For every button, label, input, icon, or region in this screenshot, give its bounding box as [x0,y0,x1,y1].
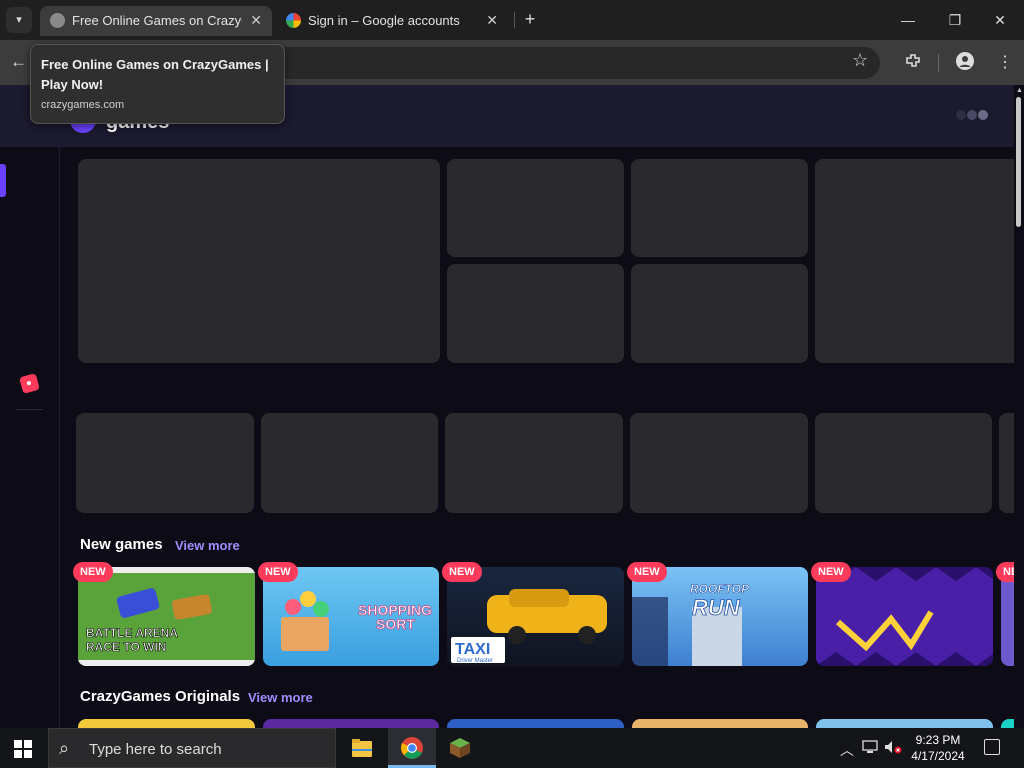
game-placeholder[interactable] [76,413,254,513]
sidebar-divider [16,409,43,410]
scroll-up-arrow-icon[interactable]: ▲ [1016,87,1023,94]
windows-taskbar: ⌕ Type here to search ︿ 9:23 PM 4/17/202… [0,728,1024,768]
original-game-card[interactable] [78,719,255,728]
close-window-button[interactable]: ✕ [990,10,1010,30]
folder-icon [352,739,372,757]
profile-icon[interactable] [956,52,974,75]
new-badge: NEW [811,562,851,582]
taskbar-search-box[interactable]: ⌕ Type here to search [48,728,336,768]
view-more-new-games-link[interactable]: View more [175,538,240,553]
new-tab-button[interactable]: + [520,9,540,29]
game-placeholder[interactable] [630,413,808,513]
toolbar-divider [938,54,939,72]
bookmark-star-icon[interactable]: ☆ [852,50,868,71]
tab-search-button[interactable]: ▾ [6,7,32,33]
game-placeholder[interactable] [445,413,623,513]
extensions-puzzle-icon[interactable] [904,52,922,75]
featured-placeholder[interactable] [631,264,808,363]
card-caption: ROOFTOP [690,582,750,596]
tooltip-url: crazygames.com [41,99,125,111]
card-caption: Driver Master [457,658,493,664]
game-placeholder[interactable] [261,413,438,513]
sidebar-active-indicator [0,164,6,197]
featured-placeholder[interactable] [631,159,808,257]
chrome-icon [401,737,423,759]
tab-hover-card: Free Online Games on CrazyGames | Play N… [30,44,285,124]
grass-block-icon [450,738,470,758]
back-arrow-icon[interactable]: ← [10,52,27,72]
tray-expand-chevron-icon[interactable]: ︿ [840,740,854,760]
new-badge: NEW [442,562,482,582]
tab-google-signin[interactable]: Sign in – Google accounts ✕ [276,6,508,36]
original-game-card[interactable] [816,719,993,728]
search-icon: ⌕ [59,738,70,758]
featured-placeholder[interactable] [447,264,624,363]
volume-muted-icon[interactable] [884,740,902,757]
original-game-card[interactable] [1001,719,1014,728]
new-badge: NEW [73,562,113,582]
loading-dots-icon [956,107,989,125]
tab-close-icon[interactable]: ✕ [486,12,498,29]
page-scrollbar[interactable]: ▲ [1014,85,1024,728]
tab-crazygames[interactable]: Free Online Games on CrazyGames ✕ [40,6,272,36]
windows-start-icon[interactable] [14,740,32,758]
section-title-new-games: New games [80,536,163,553]
chevron-down-icon: ▾ [16,14,22,26]
tab-title: Free Online Games on CrazyGames [72,13,242,28]
scrollbar-thumb[interactable] [1016,97,1021,227]
menu-dots-icon[interactable]: ⋮ [997,52,1013,72]
globe-icon [50,13,65,28]
card-caption: RACE TO WIN [86,640,166,654]
card-caption: TAXI [455,641,490,658]
restore-button[interactable]: ❐ [945,10,965,30]
clock-time: 9:23 PM [915,733,961,747]
card-caption: BATTLE ARENA [86,626,178,640]
original-game-card[interactable] [632,719,808,728]
browser-titlebar: ▾ Free Online Games on CrazyGames ✕ Sign… [0,0,1024,40]
tab-title: Sign in – Google accounts [308,13,460,28]
clock-date: 4/17/2024 [911,749,965,763]
taskbar-clock[interactable]: 9:23 PM 4/17/2024 [906,732,970,764]
file-explorer-taskbar-button[interactable] [338,728,386,768]
featured-placeholder[interactable] [815,159,1014,363]
tab-close-icon[interactable]: ✕ [250,12,262,29]
game-placeholder[interactable] [999,413,1014,513]
featured-placeholder[interactable] [447,159,624,257]
game-placeholder[interactable] [815,413,992,513]
random-game-dice-icon[interactable] [19,373,40,394]
sidebar [0,147,60,728]
new-badge: NEW [627,562,667,582]
google-icon [286,13,301,28]
card-caption: SORT [376,616,415,632]
view-more-originals-link[interactable]: View more [248,690,313,705]
minecraft-taskbar-button[interactable] [436,728,484,768]
featured-placeholder-large[interactable] [78,159,440,363]
tooltip-title: Free Online Games on CrazyGames | Play N… [41,57,269,92]
original-game-card[interactable] [263,719,439,728]
new-badge: NEW [258,562,298,582]
search-placeholder: Type here to search [89,741,222,758]
minimize-button[interactable]: — [898,10,918,30]
chrome-taskbar-button[interactable] [388,728,436,768]
main-content: New games View more NEW BATTLE ARENA RAC… [60,147,1014,728]
new-badge: NE [996,562,1014,582]
card-caption: RUN [692,595,741,620]
original-game-card[interactable] [447,719,624,728]
notifications-icon[interactable] [984,739,1000,755]
tab-divider [514,12,515,28]
network-icon[interactable] [862,740,878,757]
section-title-originals: CrazyGames Originals [80,688,241,705]
